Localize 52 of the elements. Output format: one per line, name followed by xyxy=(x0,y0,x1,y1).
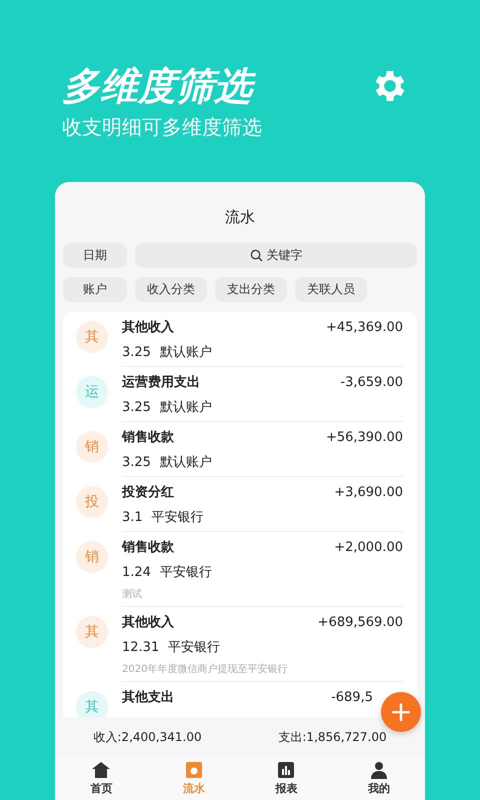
record-date: 3.25 xyxy=(122,454,151,470)
income-total: 收入:2,400,341.00 xyxy=(92,728,203,746)
record-amount: -689,5 xyxy=(331,690,374,704)
tab-item[interactable]: 我的 xyxy=(332,757,425,800)
record-title: 销售收款 xyxy=(122,539,174,556)
user-icon xyxy=(370,761,388,779)
search-field[interactable]: 关键字 xyxy=(135,243,417,268)
record-date: 12.31 xyxy=(122,640,160,654)
filter-chip[interactable]: 日期 xyxy=(63,243,127,268)
category-badge: 运 xyxy=(76,376,108,408)
record-note: 测试 xyxy=(122,588,143,601)
record-account: 默认账户 xyxy=(160,344,212,361)
record-date: 1.24 xyxy=(122,564,151,580)
record-note: 2020年年度微信商户提现至平安银行 xyxy=(122,662,288,676)
record-account: 平安银行 xyxy=(160,564,212,581)
record-title: 其他收入 xyxy=(122,318,174,336)
tab-item[interactable]: 报表 xyxy=(240,757,332,800)
record-amount: +3,690.00 xyxy=(334,484,403,500)
record-title: 其他收入 xyxy=(122,614,174,631)
tab-item[interactable]: 首页 xyxy=(55,757,148,800)
record-date: 3.25 xyxy=(122,344,151,360)
screen-title: 流水 xyxy=(224,207,256,228)
category-badge: 销 xyxy=(76,431,108,463)
record-account: 平安银行 xyxy=(168,639,220,656)
filter-chip[interactable]: 支出分类 xyxy=(215,277,287,302)
home-icon xyxy=(91,761,112,779)
category-badge: 其 xyxy=(76,616,108,648)
calendar-icon xyxy=(184,761,203,779)
record-date: 3.1 xyxy=(122,510,143,524)
record-title: 投资分红 xyxy=(122,484,174,501)
category-badge: 销 xyxy=(76,541,108,573)
filter-chip[interactable]: 关联人员 xyxy=(295,277,367,302)
record-title: 销售收款 xyxy=(122,429,174,446)
record-account: 默认账户 xyxy=(160,454,212,471)
record-amount: +56,390.00 xyxy=(326,430,403,444)
search-icon xyxy=(250,249,262,262)
bar-chart-icon xyxy=(277,761,296,779)
record-account: 默认账户 xyxy=(160,399,212,416)
record-title: 其他支出 xyxy=(122,689,174,706)
record-account: 平安银行 xyxy=(152,509,204,526)
category-badge: 投 xyxy=(76,486,108,518)
banner-subtitle: 收支明细可多维度筛选 xyxy=(62,114,263,141)
record-amount: +45,369.00 xyxy=(326,320,403,334)
record-title: 运营费用支出 xyxy=(122,374,200,391)
category-badge: 其 xyxy=(76,691,108,717)
record-amount: +2,000.00 xyxy=(334,540,403,554)
record-amount: +689,569.00 xyxy=(318,614,403,630)
filter-chip[interactable]: 收入分类 xyxy=(135,277,207,302)
record-date: 3.25 xyxy=(122,400,151,414)
record-amount: -3,659.00 xyxy=(340,374,403,390)
filter-chip[interactable]: 账户 xyxy=(63,277,127,302)
category-badge: 其 xyxy=(76,321,108,353)
